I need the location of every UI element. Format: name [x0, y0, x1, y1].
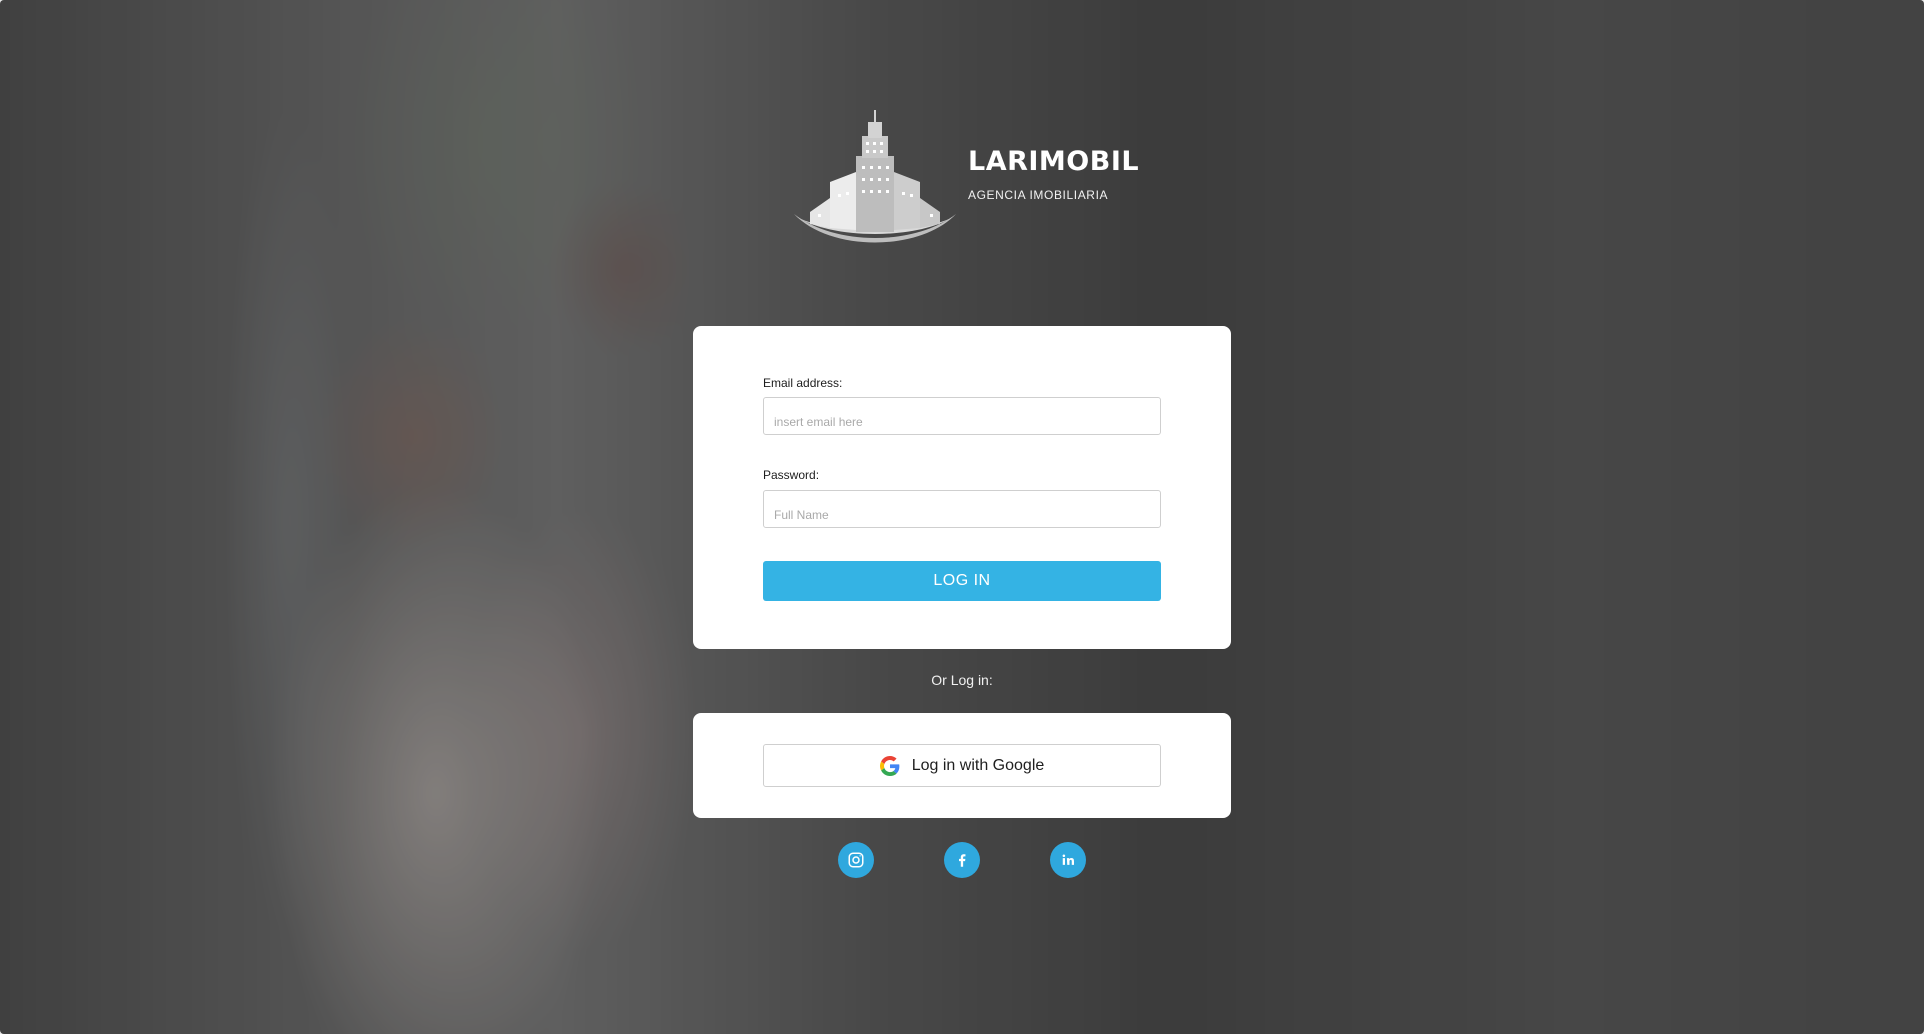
google-login-label: Log in with Google: [911, 756, 1045, 774]
password-field[interactable]: [763, 490, 1161, 528]
building-logo-icon: [794, 110, 956, 243]
facebook-link[interactable]: [944, 842, 980, 878]
linkedin-link[interactable]: [1050, 842, 1086, 878]
email-field[interactable]: [763, 397, 1161, 435]
password-label: Password:: [763, 468, 820, 482]
social-login-card: Log in with Google: [693, 713, 1231, 818]
email-label: Email address:: [763, 376, 843, 390]
login-card: Email address: Password: LOG IN: [693, 326, 1231, 649]
linkedin-icon: [1062, 854, 1074, 865]
instagram-link[interactable]: [838, 842, 874, 878]
brand-name: LARIMOBIL: [968, 146, 1140, 177]
google-login-button[interactable]: Log in with Google: [763, 744, 1161, 787]
login-button[interactable]: LOG IN: [763, 561, 1161, 601]
facebook-icon: [959, 854, 966, 867]
alt-login-divider: Or Log in:: [931, 672, 993, 688]
instagram-icon: [848, 852, 864, 868]
brand-tagline: AGENCIA IMOBILIARIA: [968, 188, 1109, 202]
google-icon: [879, 755, 900, 776]
login-page: LARIMOBIL AGENCIA IMOBILIARIA Email addr…: [0, 0, 1924, 1034]
brand-logo: LARIMOBIL AGENCIA IMOBILIARIA: [790, 108, 1180, 248]
